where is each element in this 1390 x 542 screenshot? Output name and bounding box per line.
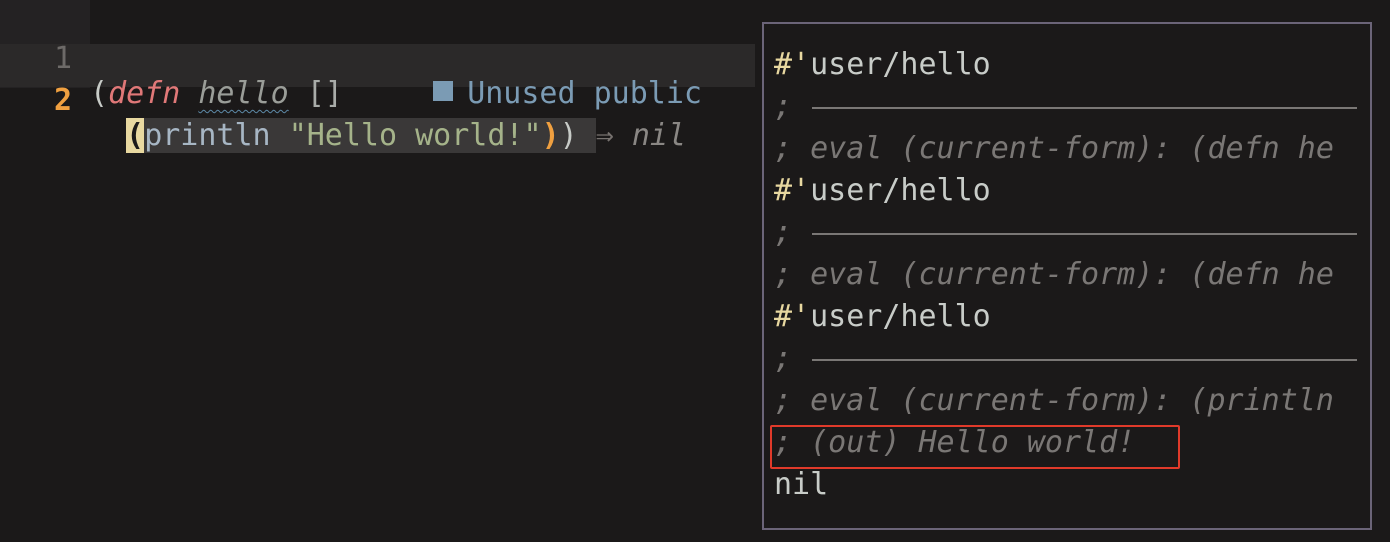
var-name: user/hello <box>810 173 991 208</box>
line-number-2: 2 <box>53 83 72 118</box>
var-quote: #' <box>774 173 811 208</box>
string-literal: "Hello world!" <box>288 118 542 153</box>
output-highlight-box <box>770 425 1180 469</box>
separator-semicolon: ; <box>774 89 793 124</box>
selection: (println "Hello world!")) <box>126 118 596 153</box>
close-paren: ) <box>559 118 578 153</box>
log-var-line: #'user/hello <box>774 44 991 86</box>
log-var-line: #'user/hello <box>774 296 991 338</box>
result-arrow-icon: ⇒ <box>595 118 614 153</box>
separator-rule <box>812 358 1358 361</box>
log-eval-comment: ; eval (current-form): (println <box>774 383 1334 418</box>
log-var-line: #'user/hello <box>774 170 991 212</box>
log-separator: ; <box>774 338 1358 380</box>
separator-rule <box>812 232 1358 235</box>
log-result-value: nil <box>774 467 829 502</box>
virtual-result: nil <box>631 118 687 153</box>
var-name: user/hello <box>810 47 991 82</box>
separator-semicolon: ; <box>774 215 793 250</box>
println-call: println <box>144 118 271 153</box>
log-separator: ; <box>774 86 1358 128</box>
code-text-2[interactable]: (println "Hello world!")) ⇒ nil <box>90 115 686 157</box>
log-eval-comment: ; eval (current-form): (defn he <box>774 257 1334 292</box>
separator-semicolon: ; <box>774 341 793 376</box>
log-eval-comment: ; eval (current-form): (defn he <box>774 131 1334 166</box>
log-separator: ; <box>774 212 1358 254</box>
code-line-1[interactable]: 1 (defn hello [] Unused public <box>0 3 755 111</box>
matched-close-paren: ) <box>541 118 560 153</box>
var-quote: #' <box>774 47 811 82</box>
matched-open-paren: ( <box>126 118 145 153</box>
code-line-2[interactable]: 2 (println "Hello world!")) ⇒ nil <box>0 45 755 153</box>
editor-pane[interactable]: 1 (defn hello [] Unused public 2 (printl… <box>0 0 755 542</box>
var-name: user/hello <box>810 299 991 334</box>
separator-rule <box>812 106 1358 109</box>
var-quote: #' <box>774 299 811 334</box>
